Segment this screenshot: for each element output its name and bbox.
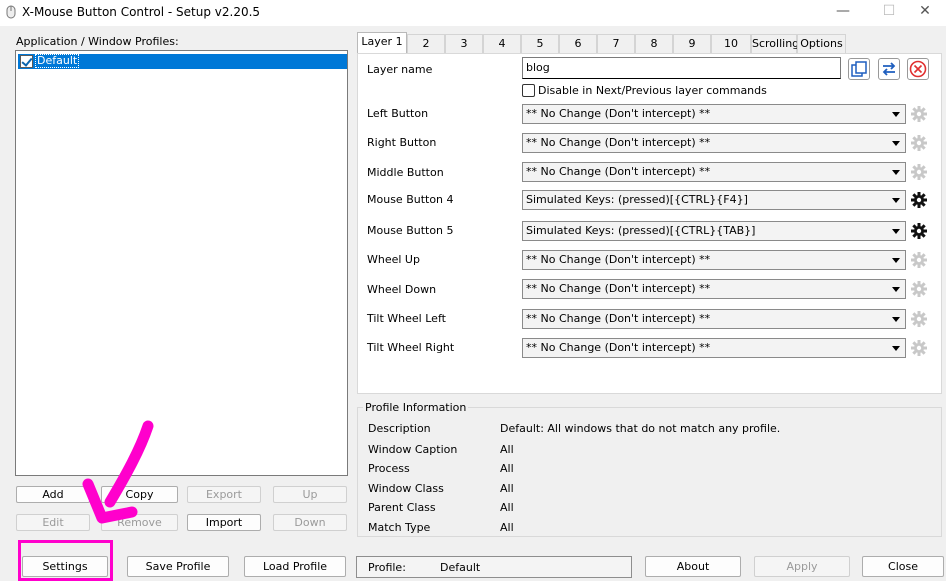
row-label: Right Button xyxy=(367,136,437,149)
tab-layer-5[interactable]: 5 xyxy=(521,34,559,53)
up-button[interactable]: Up xyxy=(273,486,347,503)
gear-icon[interactable] xyxy=(909,250,929,270)
minimize-icon[interactable]: — xyxy=(820,0,866,24)
row-label: Tilt Wheel Right xyxy=(367,341,455,354)
status-value: Default xyxy=(440,561,481,574)
list-item[interactable]: Default xyxy=(18,54,347,69)
close-icon[interactable]: ✕ xyxy=(902,0,946,24)
left-button-dropdown[interactable]: ** No Change (Don't intercept) ** xyxy=(522,104,906,124)
info-label: Window Class xyxy=(368,482,444,495)
profile-name: Default xyxy=(35,54,80,68)
gear-icon[interactable] xyxy=(909,221,929,241)
copy-icon xyxy=(851,61,867,77)
gear-icon[interactable] xyxy=(909,104,929,124)
tab-layer-8[interactable]: 8 xyxy=(635,34,673,53)
profile-checkbox[interactable] xyxy=(20,55,33,68)
info-value: All xyxy=(500,521,514,534)
row-label: Mouse Button 4 xyxy=(367,193,454,206)
tab-layer-10[interactable]: 10 xyxy=(711,34,751,53)
annotation-arrow-icon xyxy=(82,420,154,524)
mouse-button-4-dropdown[interactable]: Simulated Keys: (pressed)[{CTRL}{F4}] xyxy=(522,190,906,210)
profile-status: Profile: Default xyxy=(356,556,632,578)
gear-icon[interactable] xyxy=(909,279,929,299)
row-label: Wheel Down xyxy=(367,283,437,296)
tab-layer-2[interactable]: 2 xyxy=(407,34,445,53)
gear-icon[interactable] xyxy=(909,309,929,329)
edit-button[interactable]: Edit xyxy=(16,514,90,531)
tab-layer-7[interactable]: 7 xyxy=(597,34,635,53)
right-button-dropdown[interactable]: ** No Change (Don't intercept) ** xyxy=(522,133,906,153)
annotation-highlight-box xyxy=(18,540,113,581)
info-value: All xyxy=(500,443,514,456)
layer-tabs: Layer 1 2 3 4 5 6 7 8 9 10 Scrolling Opt… xyxy=(357,32,847,53)
row-label: Mouse Button 5 xyxy=(367,224,454,237)
tilt-wheel-right-dropdown[interactable]: ** No Change (Don't intercept) ** xyxy=(522,338,906,358)
profiles-label: Application / Window Profiles: xyxy=(16,35,179,48)
tab-layer-9[interactable]: 9 xyxy=(673,34,711,53)
middle-button-dropdown[interactable]: ** No Change (Don't intercept) ** xyxy=(522,162,906,182)
info-value: All xyxy=(500,482,514,495)
info-label: Process xyxy=(368,462,410,475)
row-label: Left Button xyxy=(367,107,429,120)
info-label: Match Type xyxy=(368,521,431,534)
export-button[interactable]: Export xyxy=(187,486,261,503)
about-button[interactable]: About xyxy=(645,556,741,577)
profiles-list[interactable]: Default xyxy=(15,50,348,476)
swap-arrows-icon xyxy=(882,62,896,76)
copy-layer-button[interactable] xyxy=(848,58,870,80)
save-profile-button[interactable]: Save Profile xyxy=(127,556,229,577)
disable-layer-label: Disable in Next/Previous layer commands xyxy=(538,84,767,97)
load-profile-button[interactable]: Load Profile xyxy=(244,556,346,577)
tab-options[interactable]: Options xyxy=(797,34,846,53)
tab-scrolling[interactable]: Scrolling xyxy=(751,34,799,53)
info-value: All xyxy=(500,462,514,475)
tab-layer-1[interactable]: Layer 1 xyxy=(357,32,407,53)
row-label: Wheel Up xyxy=(367,253,420,266)
app-mouse-icon xyxy=(6,5,16,19)
layer-name-label: Layer name xyxy=(367,63,433,76)
mouse-button-5-dropdown[interactable]: Simulated Keys: (pressed)[{CTRL}{TAB}] xyxy=(522,221,906,241)
wheel-up-dropdown[interactable]: ** No Change (Don't intercept) ** xyxy=(522,250,906,270)
apply-button[interactable]: Apply xyxy=(754,556,850,577)
window-title: X-Mouse Button Control - Setup v2.20.5 xyxy=(22,5,261,19)
row-label: Tilt Wheel Left xyxy=(367,312,446,325)
tab-layer-4[interactable]: 4 xyxy=(483,34,521,53)
gear-icon[interactable] xyxy=(909,133,929,153)
close-button[interactable]: Close xyxy=(862,556,944,577)
info-label: Window Caption xyxy=(368,443,458,456)
info-label: Parent Class xyxy=(368,501,436,514)
cancel-circle-icon xyxy=(909,60,927,78)
info-value: Default: All windows that do not match a… xyxy=(500,422,781,435)
gear-icon[interactable] xyxy=(909,338,929,358)
status-label: Profile: xyxy=(368,561,406,574)
info-label: Description xyxy=(368,422,431,435)
add-button[interactable]: Add xyxy=(16,486,90,503)
swap-layer-button[interactable] xyxy=(878,58,900,80)
down-button[interactable]: Down xyxy=(273,514,347,531)
gear-icon[interactable] xyxy=(909,162,929,182)
gear-icon[interactable] xyxy=(909,190,929,210)
wheel-down-dropdown[interactable]: ** No Change (Don't intercept) ** xyxy=(522,279,906,299)
import-button[interactable]: Import xyxy=(187,514,261,531)
row-label: Middle Button xyxy=(367,166,444,179)
info-value: All xyxy=(500,501,514,514)
profile-info-title: Profile Information xyxy=(363,401,469,414)
tilt-wheel-left-dropdown[interactable]: ** No Change (Don't intercept) ** xyxy=(522,309,906,329)
disable-layer-checkbox[interactable] xyxy=(522,84,535,97)
tab-layer-3[interactable]: 3 xyxy=(445,34,483,53)
layer-name-input[interactable]: blog xyxy=(522,57,841,79)
reset-layer-button[interactable] xyxy=(907,58,929,80)
tab-layer-6[interactable]: 6 xyxy=(559,34,597,53)
